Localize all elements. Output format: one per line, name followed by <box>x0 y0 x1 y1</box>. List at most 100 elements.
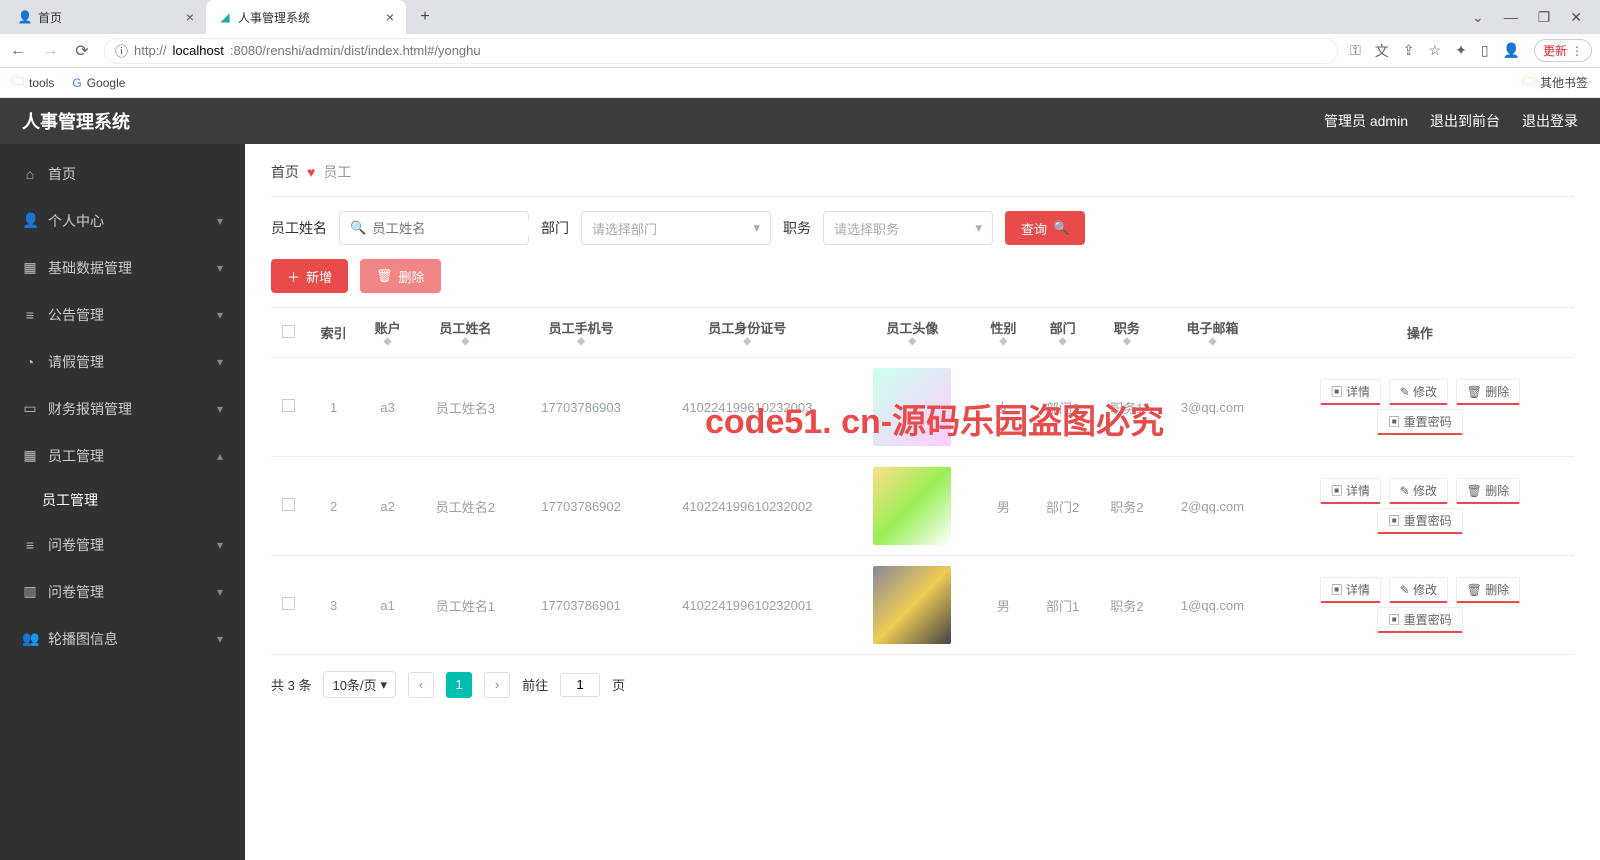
sidebar: ⌂首页 👤个人中心▾ ▦基础数据管理▾ ≡公告管理▾ ◔请假管理▾ ▭财务报销管… <box>0 144 245 860</box>
forward-icon[interactable]: → <box>40 42 60 60</box>
dept-select[interactable]: 请选择部门 ▾ <box>581 211 771 245</box>
cell-actions: ▣ 详情 ✎ 修改 🗑 删除 ▣ 重置密码 <box>1266 358 1574 457</box>
bookmark-other[interactable]: 🗀其他书签 <box>1523 72 1588 93</box>
reset-button[interactable]: ▣ 重置密码 <box>1377 607 1462 633</box>
exit-front-link[interactable]: 退出到前台 <box>1430 111 1500 131</box>
delete-button[interactable]: 🗑删除 <box>360 259 441 293</box>
cell-actions: ▣ 详情 ✎ 修改 🗑 删除 ▣ 重置密码 <box>1266 556 1574 655</box>
goto-input[interactable] <box>560 673 600 697</box>
row-delete-button[interactable]: 🗑 删除 <box>1456 478 1521 504</box>
close-window-icon[interactable]: ✕ <box>1570 9 1582 26</box>
cell-avatar <box>848 556 976 655</box>
row-delete-button[interactable]: 🗑 删除 <box>1456 577 1521 603</box>
cell-acct: a3 <box>361 358 415 457</box>
browser-tab[interactable]: 👤 首页 × <box>6 0 206 34</box>
cell-avatar <box>848 358 976 457</box>
reset-button[interactable]: ▣ 重置密码 <box>1377 508 1462 534</box>
new-tab-button[interactable]: + <box>412 4 438 30</box>
col-acct[interactable]: 账户◆ <box>361 308 415 358</box>
reload-icon[interactable]: ⟳ <box>72 41 92 61</box>
name-input[interactable]: 🔍 <box>339 211 529 245</box>
edit-button[interactable]: ✎ 修改 <box>1389 379 1448 405</box>
bookmark-google[interactable]: GGoogle <box>72 76 125 90</box>
share-icon[interactable]: ⇪ <box>1403 42 1415 59</box>
page-button[interactable]: 1 <box>446 672 472 698</box>
detail-button[interactable]: ▣ 详情 <box>1320 577 1381 603</box>
star-icon[interactable]: ☆ <box>1429 42 1442 59</box>
sidebar-item-home[interactable]: ⌂首页 <box>0 150 245 197</box>
avatar-image <box>873 566 951 644</box>
maximize-icon[interactable]: ❐ <box>1538 9 1551 26</box>
sidebar-sub-employee[interactable]: 员工管理 <box>0 479 245 521</box>
col-idno[interactable]: 员工身份证号◆ <box>646 308 848 358</box>
breadcrumb: 首页 ♥ 员工 <box>271 162 1574 197</box>
sidebar-item-leave[interactable]: ◔请假管理▾ <box>0 338 245 385</box>
minimize-icon[interactable]: — <box>1504 9 1518 26</box>
logout-link[interactable]: 退出登录 <box>1522 111 1578 131</box>
row-delete-button[interactable]: 🗑 删除 <box>1456 379 1521 405</box>
favicon-icon: 👤 <box>18 10 32 24</box>
extensions-icon[interactable]: ✦ <box>1455 42 1467 59</box>
close-icon[interactable]: × <box>386 9 394 25</box>
action-row: ＋新增 🗑删除 <box>271 259 1574 293</box>
col-phone[interactable]: 员工手机号◆ <box>516 308 646 358</box>
detail-button[interactable]: ▣ 详情 <box>1320 379 1381 405</box>
cell-gender: 男 <box>976 556 1030 655</box>
reset-button[interactable]: ▣ 重置密码 <box>1377 409 1462 435</box>
detail-button[interactable]: ▣ 详情 <box>1320 478 1381 504</box>
sidebar-item-basedata[interactable]: ▦基础数据管理▾ <box>0 244 245 291</box>
url-input[interactable]: ⓘ http://localhost:8080/renshi/admin/dis… <box>104 38 1338 64</box>
next-page-button[interactable]: › <box>484 672 510 698</box>
col-check[interactable] <box>271 308 307 358</box>
chevron-up-icon: ▴ <box>217 449 223 463</box>
sidebar-item-profile[interactable]: 👤个人中心▾ <box>0 197 245 244</box>
sidebar-item-survey2[interactable]: ▥问卷管理▾ <box>0 568 245 615</box>
chevron-down-icon[interactable]: ⌄ <box>1472 9 1484 26</box>
col-index[interactable]: 索引 <box>307 308 361 358</box>
col-avatar[interactable]: 员工头像◆ <box>848 308 976 358</box>
edit-button[interactable]: ✎ 修改 <box>1389 577 1448 603</box>
prev-page-button[interactable]: ‹ <box>408 672 434 698</box>
cell-name[interactable]: 员工姓名2 <box>415 457 516 556</box>
sidebar-item-finance[interactable]: ▭财务报销管理▾ <box>0 385 245 432</box>
admin-label[interactable]: 管理员 admin <box>1324 111 1408 131</box>
sidebar-item-employee[interactable]: ▦员工管理▴ <box>0 432 245 479</box>
profile-icon[interactable]: 👤 <box>1503 42 1520 59</box>
chevron-down-icon: ▾ <box>381 677 388 693</box>
page-size-select[interactable]: 10条/页▾ <box>323 671 396 698</box>
sidebar-item-survey1[interactable]: ≡问卷管理▾ <box>0 521 245 568</box>
panel-icon[interactable]: ▯ <box>1481 42 1489 59</box>
translate-icon[interactable]: 文 <box>1375 41 1389 61</box>
row-check[interactable] <box>282 597 295 610</box>
edit-button[interactable]: ✎ 修改 <box>1389 478 1448 504</box>
col-email[interactable]: 电子邮箱◆ <box>1159 308 1266 358</box>
col-dept[interactable]: 部门◆ <box>1030 308 1094 358</box>
row-check[interactable] <box>282 498 295 511</box>
role-select[interactable]: 请选择职务 ▾ <box>823 211 993 245</box>
bookmark-folder[interactable]: 🗀tools <box>12 72 54 93</box>
col-gender[interactable]: 性别◆ <box>976 308 1030 358</box>
chevron-down-icon: ▾ <box>975 220 982 236</box>
address-bar: ← → ⟳ ⓘ http://localhost:8080/renshi/adm… <box>0 34 1600 68</box>
key-icon[interactable]: ⚿ <box>1350 42 1361 59</box>
breadcrumb-home[interactable]: 首页 <box>271 162 299 182</box>
close-icon[interactable]: × <box>186 9 194 25</box>
url-path: :8080/renshi/admin/dist/index.html#/yong… <box>230 43 481 58</box>
sort-icon: ◆ <box>522 337 640 347</box>
cell-dept: 部门2 <box>1030 457 1094 556</box>
row-check[interactable] <box>282 399 295 412</box>
sidebar-item-notice[interactable]: ≡公告管理▾ <box>0 291 245 338</box>
cell-name[interactable]: 员工姓名1 <box>415 556 516 655</box>
sidebar-item-carousel[interactable]: 👥轮播图信息▾ <box>0 615 245 662</box>
query-button[interactable]: 查询🔍 <box>1005 211 1085 245</box>
add-button[interactable]: ＋新增 <box>271 259 348 293</box>
browser-tab-active[interactable]: ◢ 人事管理系统 × <box>206 0 406 34</box>
cell-name[interactable]: 员工姓名3 <box>415 358 516 457</box>
sort-icon: ◆ <box>854 337 970 347</box>
back-icon[interactable]: ← <box>8 42 28 60</box>
avatar-image <box>873 368 951 446</box>
list-icon: ≡ <box>22 537 38 553</box>
update-button[interactable]: 更新⋮ <box>1534 39 1592 62</box>
col-role[interactable]: 职务◆ <box>1095 308 1159 358</box>
col-name[interactable]: 员工姓名◆ <box>415 308 516 358</box>
